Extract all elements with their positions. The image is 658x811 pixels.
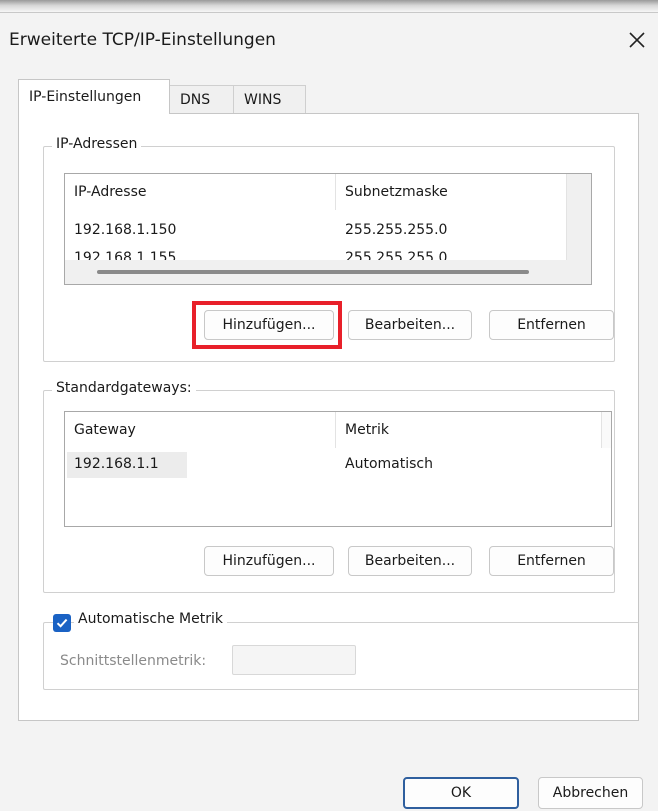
vertical-scrollbar[interactable]: [601, 412, 611, 448]
ok-button[interactable]: OK: [403, 777, 519, 809]
close-icon: [629, 32, 645, 48]
ip-edit-button[interactable]: Bearbeiten...: [348, 310, 472, 340]
column-header-subnet[interactable]: Subnetzmaske: [335, 174, 568, 210]
ip-address-list[interactable]: IP-Adresse Subnetzmaske 192.168.1.150 25…: [64, 173, 592, 285]
ip-row-1-mask[interactable]: 255.255.255.0: [345, 222, 447, 238]
column-header-ip[interactable]: IP-Adresse: [65, 174, 335, 210]
ip-remove-button[interactable]: Entfernen: [489, 310, 614, 340]
horizontal-scrollbar[interactable]: [65, 260, 591, 284]
ip-row-1-ip[interactable]: 192.168.1.150: [74, 222, 176, 238]
gateway-row-1-gateway[interactable]: 192.168.1.1: [67, 452, 187, 478]
gateways-label: Standardgateways:: [52, 380, 196, 396]
tab-panel-ip-settings: IP-Adressen IP-Adresse Subnetzmaske 192.…: [18, 113, 639, 721]
gateway-remove-button[interactable]: Entfernen: [489, 546, 614, 576]
list-header: Gateway Metrik: [65, 412, 611, 448]
vertical-scrollbar[interactable]: [566, 174, 591, 262]
dialog-title: Erweiterte TCP/IP-Einstellungen: [9, 30, 276, 50]
list-header: IP-Adresse Subnetzmaske: [65, 174, 591, 210]
auto-metric-checkbox[interactable]: [53, 614, 71, 632]
ip-addresses-label: IP-Adressen: [52, 136, 142, 152]
checkmark-icon: [56, 618, 68, 628]
close-button[interactable]: [622, 25, 652, 55]
gateway-edit-button[interactable]: Bearbeiten...: [348, 546, 472, 576]
ip-addresses-group: IP-Adressen IP-Adresse Subnetzmaske 192.…: [43, 136, 615, 362]
tab-dns[interactable]: DNS: [169, 85, 234, 113]
cancel-button[interactable]: Abbrechen: [538, 777, 643, 809]
tab-wins[interactable]: WINS: [233, 85, 306, 113]
gateway-list[interactable]: Gateway Metrik 192.168.1.1 Automatisch: [64, 411, 612, 527]
gateway-row-1-metric[interactable]: Automatisch: [345, 456, 433, 472]
advanced-tcpip-dialog: Erweiterte TCP/IP-Einstellungen IP-Einst…: [0, 12, 658, 811]
interface-metric-label: Schnittstellenmetrik:: [60, 653, 207, 669]
column-header-gateway[interactable]: Gateway: [65, 412, 335, 448]
metric-group: Automatische Metrik Schnittstellenmetrik…: [43, 611, 639, 690]
gateway-add-button[interactable]: Hinzufügen...: [204, 546, 334, 576]
scrollbar-thumb[interactable]: [97, 270, 529, 274]
auto-metric-label[interactable]: Automatische Metrik: [74, 611, 227, 627]
interface-metric-input[interactable]: [232, 645, 356, 675]
gateways-group: Standardgateways: Gateway Metrik 192.168…: [43, 380, 615, 593]
column-header-metric[interactable]: Metrik: [335, 412, 595, 448]
highlight-box: [192, 301, 342, 349]
tab-ip-settings[interactable]: IP-Einstellungen: [18, 79, 170, 114]
